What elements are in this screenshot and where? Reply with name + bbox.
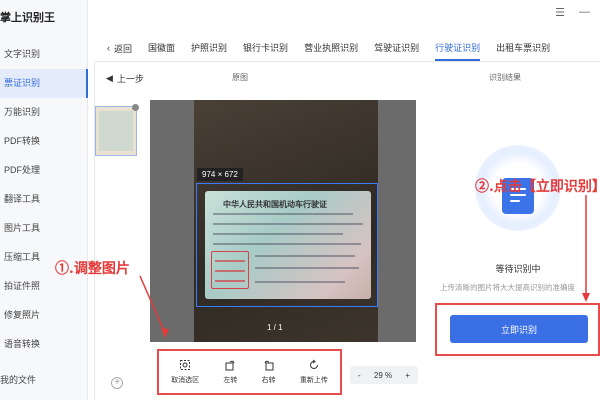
annotation-step2: ②.点击【立即识别】 bbox=[475, 179, 600, 195]
tab-business-license[interactable]: 营业执照识别 bbox=[304, 37, 358, 59]
back-button[interactable]: ‹ 返回 bbox=[107, 42, 132, 55]
sidebar-item-translate[interactable]: 翻译工具 bbox=[0, 185, 88, 214]
sidebar-item-pdf-process[interactable]: PDF处理 bbox=[0, 156, 88, 185]
rotate-left-button[interactable]: 左转 bbox=[223, 359, 237, 385]
refresh-icon bbox=[309, 359, 318, 369]
sidebar-item-ticket-ocr[interactable]: 票证识别 bbox=[0, 69, 88, 98]
reupload-label: 重新上传 bbox=[299, 377, 328, 384]
image-thumbnail[interactable] bbox=[95, 104, 139, 156]
original-image-label: 原图 bbox=[232, 73, 248, 82]
app-title: 掌上识别王 bbox=[0, 12, 55, 24]
selection-box[interactable] bbox=[196, 183, 378, 307]
add-image-icon[interactable]: + bbox=[111, 377, 123, 389]
zoom-out-button[interactable]: - bbox=[358, 371, 361, 380]
zoom-control: - 29 % + bbox=[350, 366, 418, 384]
result-label: 识别结果 bbox=[489, 73, 521, 82]
rotate-right-icon bbox=[264, 360, 274, 371]
window-controls: ☰ — bbox=[555, 6, 590, 19]
cancel-selection-label: 取消选区 bbox=[171, 377, 200, 384]
sidebar-item-voice[interactable]: 语音转换 bbox=[0, 330, 88, 359]
tab-vehicle-license[interactable]: 行驶证识别 bbox=[435, 37, 481, 61]
tab-passport[interactable]: 护照识别 bbox=[191, 37, 227, 59]
zoom-value: 29 % bbox=[373, 370, 393, 380]
page-indicator: 1 / 1 bbox=[267, 323, 283, 332]
sidebar-nav: 文字识别 票证识别 万能识别 PDF转换 PDF处理 翻译工具 图片工具 压缩工… bbox=[0, 40, 88, 359]
cancel-selection-icon bbox=[180, 360, 191, 370]
ticket-type-tabs: ‹ 返回 国徽面 护照识别 银行卡识别 营业执照识别 驾驶证识别 行驶证识别 出… bbox=[95, 37, 600, 61]
document-line bbox=[510, 200, 520, 202]
menu-icon[interactable]: ☰ bbox=[555, 6, 565, 19]
sidebar-item-universal-ocr[interactable]: 万能识别 bbox=[0, 98, 88, 127]
sidebar-item-pdf-convert[interactable]: PDF转换 bbox=[0, 127, 88, 156]
annotation-step1: ①.调整图片 bbox=[55, 261, 130, 277]
chevron-left-icon: ‹ bbox=[107, 43, 110, 53]
tab-driver-license[interactable]: 驾驶证识别 bbox=[374, 37, 419, 59]
triangle-left-icon: ◀ bbox=[106, 73, 113, 83]
rotate-right-button[interactable]: 右转 bbox=[262, 359, 276, 385]
cancel-selection-button[interactable]: 取消选区 bbox=[171, 359, 199, 385]
reupload-button[interactable]: 重新上传 bbox=[300, 359, 328, 385]
rotate-right-label: 右转 bbox=[261, 377, 276, 384]
divider bbox=[95, 61, 600, 62]
back-label: 返回 bbox=[114, 43, 133, 54]
tab-bank-card[interactable]: 银行卡识别 bbox=[243, 37, 288, 59]
arrowhead bbox=[582, 293, 590, 302]
previous-step-button[interactable]: ◀ 上一步 bbox=[106, 72, 144, 85]
zoom-in-button[interactable]: + bbox=[405, 371, 410, 380]
sidebar-item-image-tools[interactable]: 图片工具 bbox=[0, 214, 88, 243]
remove-thumbnail-icon[interactable] bbox=[132, 104, 139, 111]
tab-emblem-side[interactable]: 国徽面 bbox=[148, 37, 175, 59]
sidebar-item-text-ocr[interactable]: 文字识别 bbox=[0, 40, 88, 69]
tab-taxi-receipt[interactable]: 出租车票识别 bbox=[496, 37, 550, 59]
dimension-label: 974 × 672 bbox=[197, 168, 243, 181]
my-files-link[interactable]: 我的文件 bbox=[0, 373, 36, 386]
thumbnail-image bbox=[99, 111, 133, 151]
recognize-now-button[interactable]: 立即识别 bbox=[450, 315, 588, 343]
hint-text: 上传清晰的图片将大大提高识别的准确度 bbox=[440, 283, 575, 292]
sidebar-item-repair-photo[interactable]: 修复照片 bbox=[0, 301, 88, 330]
previous-step-label: 上一步 bbox=[116, 74, 144, 84]
waiting-text: 等待识别中 bbox=[495, 264, 541, 274]
image-toolbar: 取消选区 左转 右转 重新上传 bbox=[157, 349, 342, 395]
rotate-left-icon bbox=[225, 360, 235, 371]
minimize-icon[interactable]: — bbox=[579, 6, 590, 19]
sidebar: 掌上识别王 文字识别 票证识别 万能识别 PDF转换 PDF处理 翻译工具 图片… bbox=[0, 0, 88, 400]
rotate-left-label: 左转 bbox=[223, 377, 238, 384]
image-preview[interactable]: 中华人民共和国机动车行驶证 974 × 672 bbox=[150, 100, 416, 342]
